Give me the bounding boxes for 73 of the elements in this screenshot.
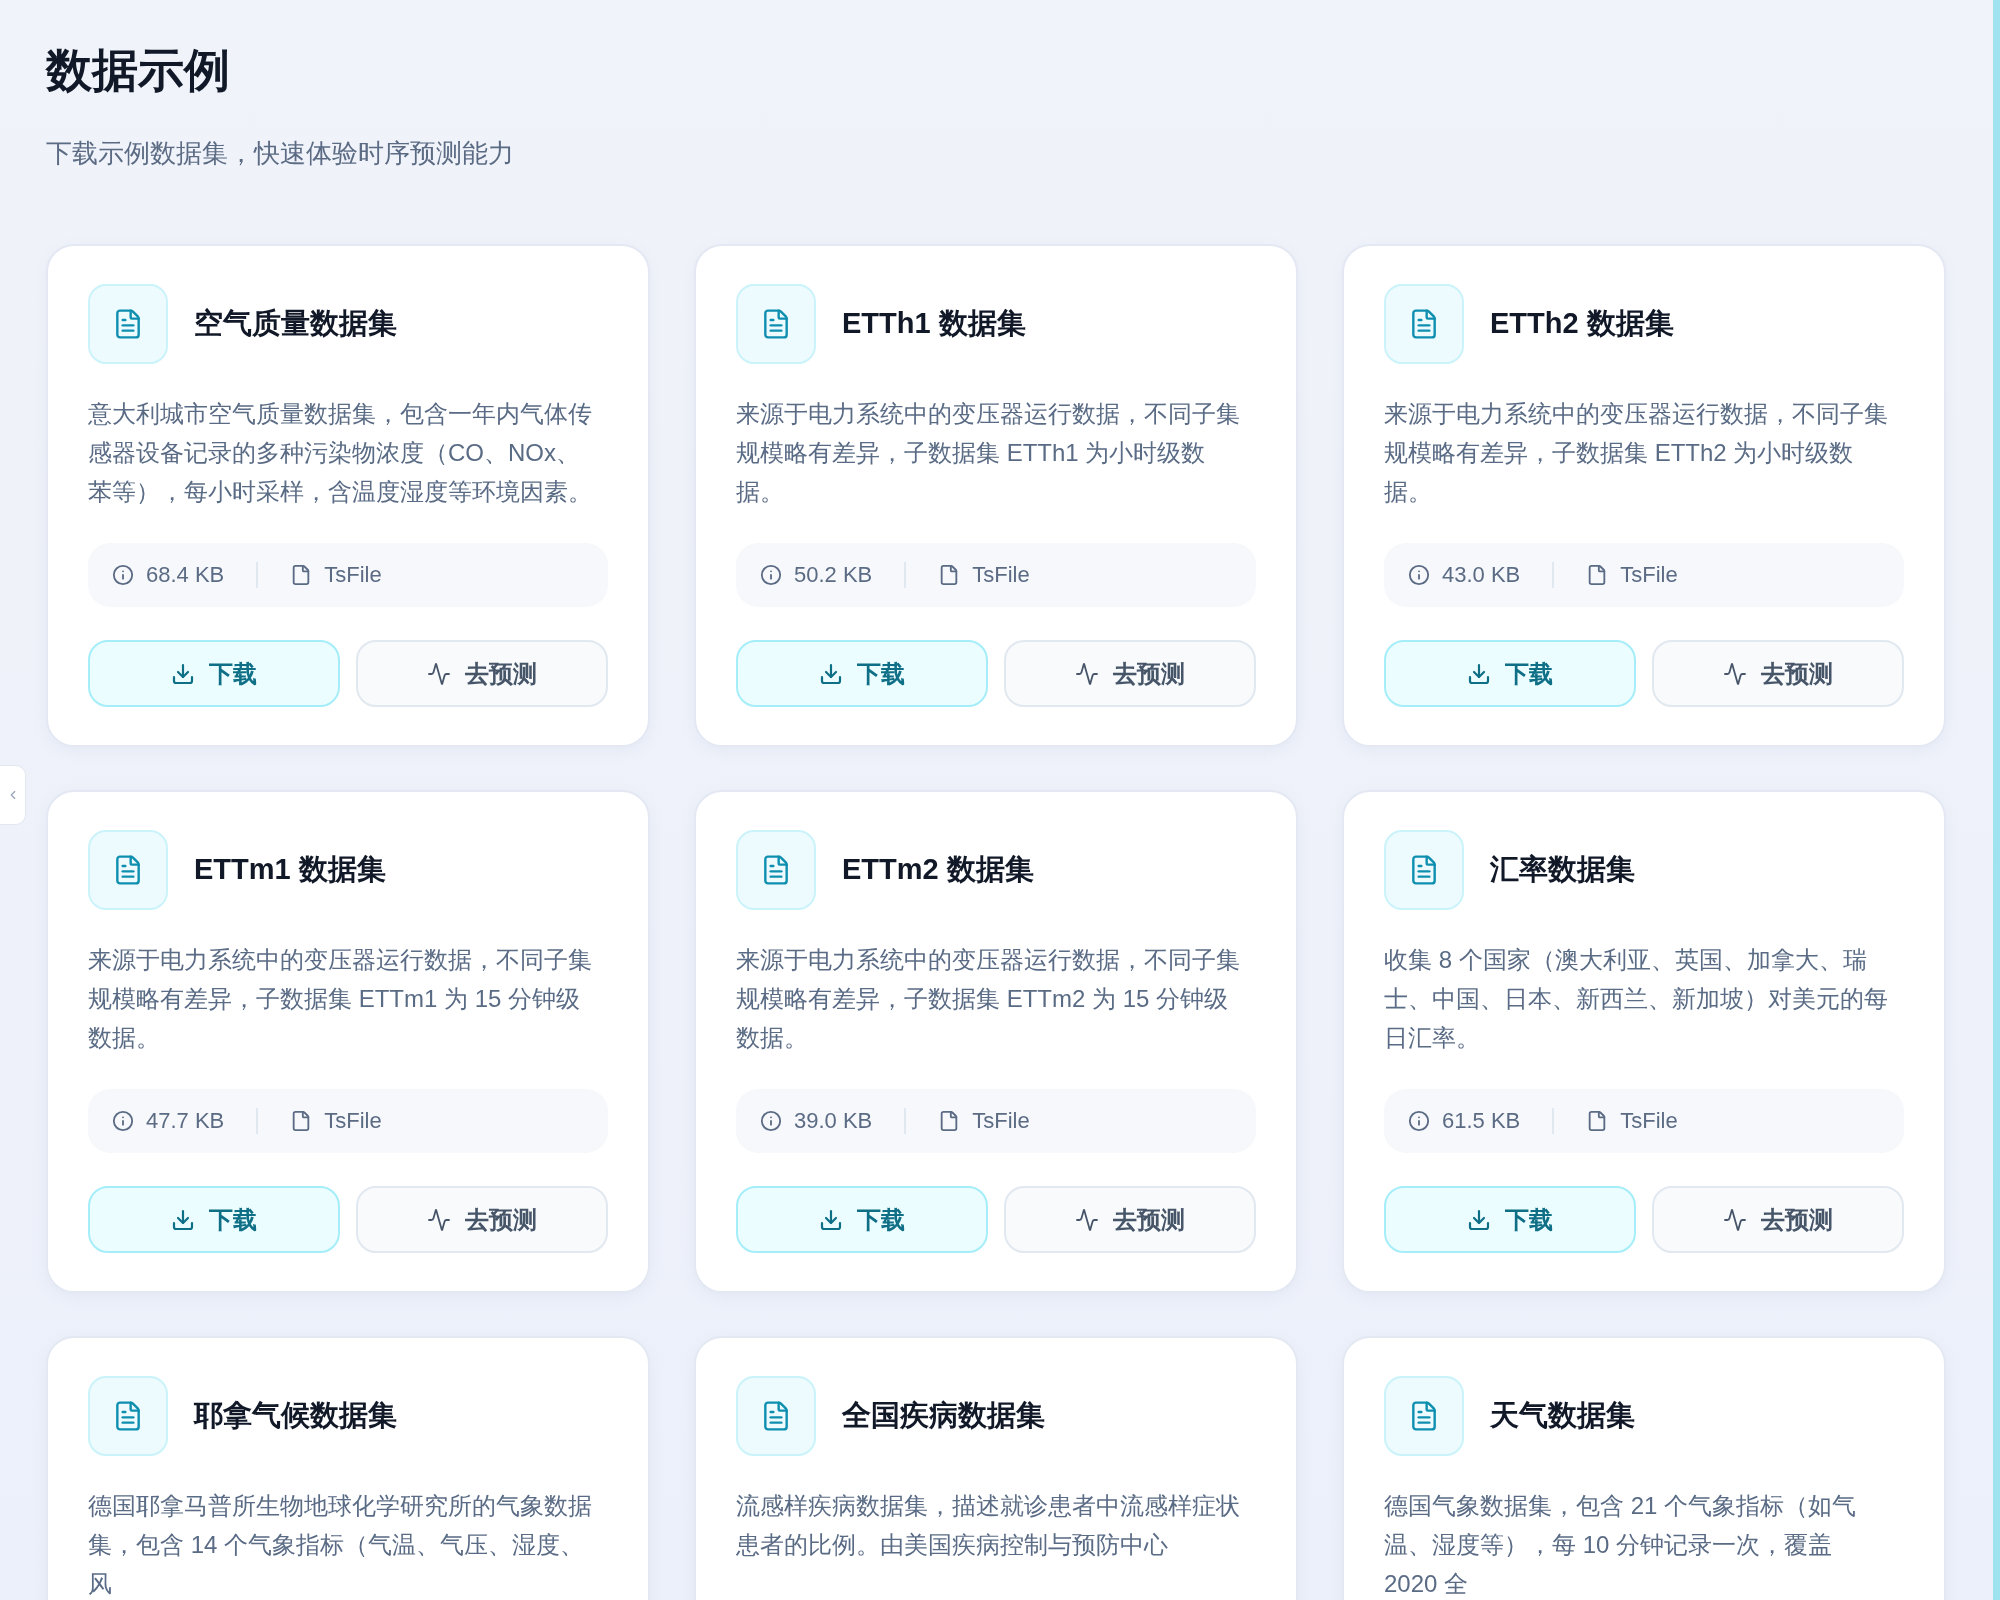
download-button[interactable]: 下载 (1384, 640, 1636, 707)
download-button[interactable]: 下载 (88, 1186, 340, 1253)
card-title: 天气数据集 (1490, 1398, 1635, 1433)
file-size: 47.7 KB (146, 1108, 225, 1134)
document-icon (1384, 284, 1464, 364)
file-format: TsFile (1620, 1108, 1678, 1134)
info-icon (112, 564, 134, 586)
info-icon (760, 1110, 782, 1132)
card-title: ETTh1 数据集 (842, 306, 1026, 341)
download-button[interactable]: 下载 (736, 640, 988, 707)
file-format: TsFile (324, 1108, 382, 1134)
download-button[interactable]: 下载 (88, 640, 340, 707)
card-description: 来源于电力系统中的变压器运行数据，不同子集规模略有差异，子数据集 ETTh2 为小时级数据。 (1384, 399, 1889, 507)
card-title: ETTh2 数据集 (1490, 306, 1674, 341)
download-icon (819, 1207, 843, 1232)
document-icon (736, 830, 816, 910)
sidebar-toggle-button[interactable] (0, 765, 26, 825)
download-icon (1467, 1207, 1491, 1232)
file-size: 68.4 KB (146, 562, 225, 588)
info-icon (760, 564, 782, 586)
card-description: 来源于电力系统中的变压器运行数据，不同子集规模略有差异，子数据集 ETTm2 为 15 分钟级数据。 (736, 945, 1241, 1053)
card-title: ETTm2 数据集 (842, 852, 1034, 887)
file-size: 39.0 KB (794, 1108, 873, 1134)
info-icon (1408, 1110, 1430, 1132)
card-description: 意大利城市空气质量数据集，包含一年内气体传感器设备记录的多种污染物浓度（CO、NOx、苯等），每小时采样，含温度湿度等环境因素。 (88, 399, 593, 507)
document-icon (736, 284, 816, 364)
file-size: 43.0 KB (1442, 562, 1521, 588)
document-icon (1384, 830, 1464, 910)
card-description: 德国气象数据集，包含 21 个气象指标（如气温、湿度等），每 10 分钟记录一次，覆盖 2020 全 (1384, 1491, 1858, 1599)
file-format: TsFile (1620, 562, 1678, 588)
card-title: 空气质量数据集 (194, 306, 397, 341)
file-format: TsFile (324, 562, 382, 588)
pulse-icon (427, 661, 451, 686)
pulse-icon (1723, 661, 1747, 686)
document-icon (736, 1376, 816, 1456)
card-title: 全国疾病数据集 (842, 1398, 1045, 1433)
document-icon (88, 1376, 168, 1456)
download-button[interactable]: 下载 (1384, 1186, 1636, 1253)
card-title: ETTm1 数据集 (194, 852, 386, 887)
predict-button[interactable]: 去预测 (1004, 640, 1256, 707)
predict-button[interactable]: 去预测 (356, 1186, 608, 1253)
info-icon (112, 1110, 134, 1132)
scrollbar[interactable] (1993, 0, 2000, 1600)
file-format: TsFile (972, 562, 1030, 588)
card-description: 流感样疾病数据集，描述就诊患者中流感样症状患者的比例。由美国疾病控制与预防中心 (736, 1491, 1241, 1560)
card-description: 收集 8 个国家（澳大利亚、英国、加拿大、瑞士、中国、日本、新西兰、新加坡）对美元的每日汇率。 (1384, 945, 1889, 1053)
document-icon (88, 830, 168, 910)
card-description: 来源于电力系统中的变压器运行数据，不同子集规模略有差异，子数据集 ETTh1 为小时级数据。 (736, 399, 1241, 507)
card-title: 耶拿气候数据集 (194, 1398, 397, 1433)
file-size: 61.5 KB (1442, 1108, 1521, 1134)
predict-button[interactable]: 去预测 (1004, 1186, 1256, 1253)
pulse-icon (1075, 661, 1099, 686)
card-description: 来源于电力系统中的变压器运行数据，不同子集规模略有差异，子数据集 ETTm1 为 15 分钟级数据。 (88, 945, 593, 1053)
predict-button[interactable]: 去预测 (1652, 1186, 1904, 1253)
download-icon (1467, 661, 1491, 686)
predict-button[interactable]: 去预测 (356, 640, 608, 707)
document-icon (1384, 1376, 1464, 1456)
download-icon (171, 1207, 195, 1232)
card-title: 汇率数据集 (1490, 852, 1635, 887)
document-icon (88, 284, 168, 364)
file-format: TsFile (972, 1108, 1030, 1134)
card-description: 德国耶拿马普所生物地球化学研究所的气象数据集，包含 14 个气象指标（气温、气压、湿度、风 (88, 1491, 593, 1599)
page-subtitle: 下载示例数据集，快速体验时序预测能力 (46, 137, 515, 170)
info-icon (1408, 564, 1430, 586)
download-icon (819, 661, 843, 686)
download-button[interactable]: 下载 (736, 1186, 988, 1253)
download-icon (171, 661, 195, 686)
pulse-icon (1075, 1207, 1099, 1232)
predict-button[interactable]: 去预测 (1652, 640, 1904, 707)
file-size: 50.2 KB (794, 562, 873, 588)
pulse-icon (1723, 1207, 1747, 1232)
page-title: 数据示例 (46, 43, 231, 98)
pulse-icon (427, 1207, 451, 1232)
